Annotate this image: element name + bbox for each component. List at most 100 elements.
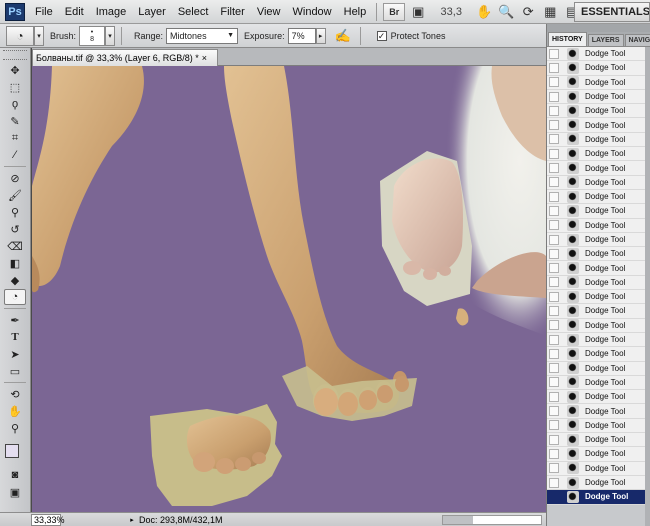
history-snapshot-source-checkbox[interactable] (549, 377, 559, 388)
history-item[interactable]: Dodge Tool (547, 304, 650, 319)
history-item[interactable]: Dodge Tool (547, 118, 650, 133)
history-item[interactable]: Dodge Tool (547, 232, 650, 248)
history-snapshot-source-checkbox[interactable] (549, 477, 559, 488)
menu-file[interactable]: File (29, 0, 59, 24)
exposure-slider-toggle[interactable]: ▸ (315, 27, 326, 44)
menu-window[interactable]: Window (287, 0, 338, 24)
tool-preset-picker[interactable]: ◔ (6, 25, 34, 46)
history-item[interactable]: Dodge Tool (547, 433, 650, 448)
history-snapshot-source-checkbox[interactable] (549, 406, 559, 417)
history-snapshot-source-checkbox[interactable] (549, 363, 559, 374)
tab-history[interactable]: HISTORY (548, 32, 587, 46)
history-item[interactable]: Dodge Tool (547, 447, 650, 462)
history-item[interactable]: Dodge Tool (547, 490, 650, 505)
pen-tool-icon[interactable]: ✒ (4, 312, 26, 328)
history-snapshot-source-checkbox[interactable] (549, 148, 559, 159)
history-snapshot-source-checkbox[interactable] (549, 305, 559, 316)
horizontal-scrollbar[interactable] (442, 514, 542, 525)
history-snapshot-source-checkbox[interactable] (549, 391, 559, 402)
menu-select[interactable]: Select (172, 0, 215, 24)
move-tool-icon[interactable]: ✥ (4, 62, 26, 78)
history-snapshot-source-checkbox[interactable] (549, 434, 559, 445)
history-item[interactable]: Dodge Tool (547, 347, 650, 362)
history-item[interactable]: Dodge Tool (547, 418, 650, 434)
history-item[interactable]: Dodge Tool (547, 475, 650, 491)
history-snapshot-source-checkbox[interactable] (549, 48, 559, 59)
status-menu-arrow[interactable]: ▸ (127, 516, 137, 524)
menu-filter[interactable]: Filter (214, 0, 250, 24)
history-brush-tool-icon[interactable]: ↺ (4, 221, 26, 237)
chevron-down-icon[interactable]: ▾ (34, 25, 44, 46)
history-item[interactable]: Dodge Tool (547, 275, 650, 291)
history-item[interactable]: Dodge Tool (547, 290, 650, 305)
menu-image[interactable]: Image (90, 0, 133, 24)
airbrush-icon[interactable]: ✍ (334, 27, 352, 45)
menu-layer[interactable]: Layer (132, 0, 172, 24)
exposure-input[interactable]: 7% (287, 27, 316, 44)
tab-navigator[interactable]: NAVIG (624, 34, 650, 46)
menu-view[interactable]: View (251, 0, 287, 24)
history-item[interactable]: Dodge Tool (547, 147, 650, 162)
rotate-view-icon[interactable]: ⟳ (519, 3, 537, 21)
shape-tool-icon[interactable]: ▭ (4, 363, 26, 379)
spot-healing-tool-icon[interactable]: ⊘ (4, 170, 26, 186)
path-selection-tool-icon[interactable]: ➤ (4, 346, 26, 362)
document-canvas[interactable] (32, 66, 546, 512)
history-item[interactable]: Dodge Tool (547, 404, 650, 419)
color-swatches[interactable] (0, 440, 30, 466)
history-snapshot-source-checkbox[interactable] (549, 62, 559, 73)
type-tool-icon[interactable]: T (4, 329, 26, 345)
history-item[interactable]: Dodge Tool (547, 318, 650, 333)
screen-mode-icon[interactable]: ▣ (4, 484, 26, 500)
history-item[interactable]: Dodge Tool (547, 218, 650, 233)
tab-layers[interactable]: LAYERS (587, 34, 624, 46)
history-snapshot-source-checkbox[interactable] (549, 234, 559, 245)
history-item[interactable]: Dodge Tool (547, 204, 650, 219)
zoom-tool-icon[interactable]: 🔍 (497, 3, 515, 21)
history-item[interactable]: Dodge Tool (547, 175, 650, 190)
history-snapshot-source-checkbox[interactable] (549, 248, 559, 259)
history-snapshot-source-checkbox[interactable] (549, 163, 559, 174)
history-snapshot-source-checkbox[interactable] (549, 291, 559, 302)
history-snapshot-source-checkbox[interactable] (549, 263, 559, 274)
foreground-color-swatch[interactable] (5, 444, 19, 458)
menu-help[interactable]: Help (338, 0, 373, 24)
zoom-tool-icon[interactable]: ⚲ (4, 420, 26, 436)
history-item[interactable]: Dodge Tool (547, 332, 650, 348)
eyedropper-tool-icon[interactable]: ⁄ (4, 147, 26, 163)
crop-tool-icon[interactable]: ⌗ (4, 130, 26, 146)
zoom-level-field[interactable]: 33,3 (429, 6, 473, 18)
history-snapshot-source-checkbox[interactable] (549, 420, 559, 431)
history-item[interactable]: Dodge Tool (547, 461, 650, 476)
dodge-tool-icon[interactable]: ◔ (4, 289, 26, 305)
gradient-tool-icon[interactable]: ◧ (4, 255, 26, 271)
history-snapshot-source-checkbox[interactable] (549, 320, 559, 331)
history-snapshot-source-checkbox[interactable] (549, 277, 559, 288)
history-item[interactable]: Dodge Tool (547, 132, 650, 148)
history-item[interactable]: Dodge Tool (547, 89, 650, 105)
brush-tool-icon[interactable]: 🖌 (4, 187, 26, 203)
history-snapshot-source-checkbox[interactable] (549, 348, 559, 359)
history-item[interactable]: Dodge Tool (547, 189, 650, 205)
history-item[interactable]: Dodge Tool (547, 61, 650, 76)
hand-tool-icon[interactable]: ✋ (4, 403, 26, 419)
eraser-tool-icon[interactable]: ⌫ (4, 238, 26, 254)
history-snapshot-source-checkbox[interactable] (549, 334, 559, 345)
marquee-tool-icon[interactable]: ⬚ (4, 79, 26, 95)
clone-stamp-tool-icon[interactable]: ⚲ (4, 204, 26, 220)
history-item[interactable]: Dodge Tool (547, 75, 650, 90)
hand-tool-icon[interactable]: ✋ (475, 3, 493, 21)
workspace-switcher[interactable]: ESSENTIALS (574, 2, 650, 22)
history-snapshot-source-checkbox[interactable] (549, 120, 559, 131)
history-item[interactable]: Dodge Tool (547, 47, 650, 62)
history-snapshot-source-checkbox[interactable] (549, 448, 559, 459)
document-tab[interactable]: Болваны.tif @ 33,3% (Layer 6, RGB/8) * × (32, 49, 218, 66)
history-item[interactable]: Dodge Tool (547, 104, 650, 119)
range-select[interactable]: Midtones ▼ (166, 27, 239, 44)
history-snapshot-source-checkbox[interactable] (549, 134, 559, 145)
history-snapshot-source-checkbox[interactable] (549, 463, 559, 474)
view-extras-icon[interactable]: ▣ (409, 3, 427, 21)
panel-scrollbar[interactable] (645, 47, 650, 526)
status-zoom-field[interactable]: 33,33% (31, 513, 65, 526)
history-item[interactable]: Dodge Tool (547, 161, 650, 176)
